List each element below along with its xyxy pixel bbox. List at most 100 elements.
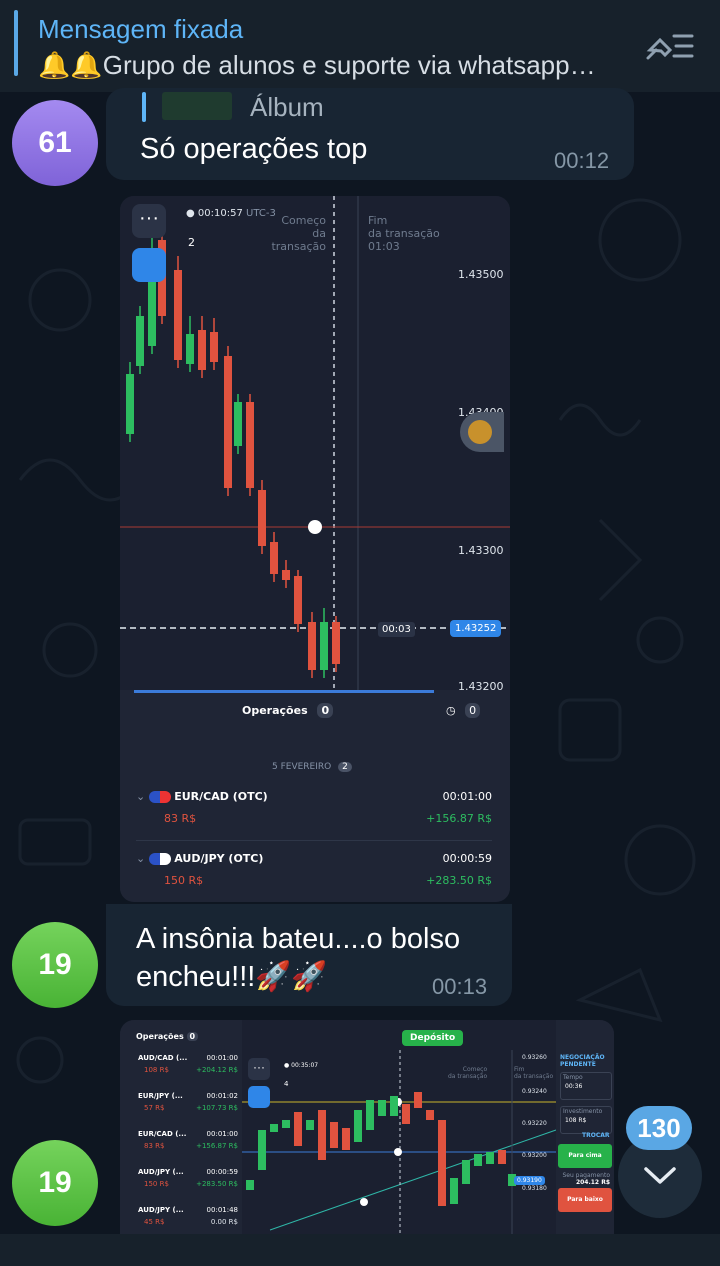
reply-label: Álbum (250, 92, 324, 122)
candle (402, 1104, 410, 1124)
candle (126, 374, 134, 434)
trade-profit: +156.87 R$ (196, 1142, 238, 1150)
candle (258, 490, 266, 546)
unpin-icon[interactable] (644, 28, 696, 64)
trade-profit: +204.12 R$ (196, 1066, 238, 1074)
chevron-down-icon: ⌄ (136, 790, 146, 803)
down-button[interactable]: Para baixo (558, 1188, 612, 1212)
trade-dur: 00:01:00 (206, 1130, 238, 1138)
clock: ● 00:35:07 (284, 1062, 319, 1069)
trade-pair: AUD/JPY (... (138, 1206, 184, 1214)
price-label: 1.43500 (458, 268, 504, 281)
trade-amt: 150 R$ (144, 1180, 169, 1188)
trade-dur: 00:00:59 (206, 1168, 238, 1176)
candle (186, 334, 194, 364)
candle (294, 1112, 302, 1146)
deposit-button[interactable]: Depósito (402, 1030, 464, 1046)
drag-handle[interactable] (460, 412, 504, 452)
trade-counter: 2 (188, 236, 195, 249)
portfolio-button[interactable] (132, 248, 166, 282)
candle (198, 330, 206, 370)
reply-preview[interactable]: Álbum (142, 92, 442, 122)
candle (498, 1150, 506, 1164)
candle (246, 1180, 254, 1190)
candle (354, 1110, 362, 1142)
trading-screenshot-2[interactable]: Operações 0 AUD/CAD (... 00:01:00 108 R$ +2… (120, 1020, 614, 1234)
avatar[interactable]: 19 (12, 922, 98, 1008)
candle (224, 356, 232, 488)
open-price-dot (308, 520, 322, 534)
current-price-tag: 1.43252 (450, 620, 502, 637)
candle (308, 622, 316, 670)
trade-amt: 108 R$ (144, 1066, 169, 1074)
candle (486, 1152, 494, 1164)
up-button[interactable]: Para cima (558, 1144, 612, 1168)
trade-panel: NEGOCIAÇÃO PENDENTE Tempo 00:36 Investime… (556, 1020, 614, 1234)
trade-row[interactable]: EUR/CAD (... 00:01:00 83 R$ +156.87 R$ (126, 1130, 238, 1160)
history-tab[interactable]: ◷ 0 (446, 703, 481, 718)
candle (270, 1124, 278, 1132)
album-thumbnail (162, 92, 232, 120)
investment-field[interactable]: Investimento 108 R$ (560, 1106, 612, 1134)
trade-row[interactable]: AUD/CAD (... 00:01:00 108 R$ +204.12 R$ (126, 1054, 238, 1084)
menu-button[interactable]: ··· (248, 1058, 270, 1080)
trade-row[interactable]: AUD/JPY (... 00:00:59 150 R$ +283.50 R$ (126, 1168, 238, 1198)
operations-sidebar: Operações 0 AUD/CAD (... 00:01:00 108 R$ +2… (120, 1020, 242, 1234)
countdown: 00:03 (378, 622, 415, 637)
clock-icon: ◷ (446, 704, 456, 717)
avatar[interactable]: 61 (12, 100, 98, 186)
message-time: 00:13 (432, 974, 488, 999)
switch-link[interactable]: TROCAR (582, 1132, 609, 1139)
chevron-down-icon (644, 1167, 676, 1184)
candle (246, 402, 254, 488)
start-label: Começo da transação (271, 214, 326, 253)
candle (234, 402, 242, 446)
trade-row[interactable]: ⌄ AUD/JPY (OTC) 00:00:59 150 R$ +283.50 … (136, 852, 492, 900)
price-label: 0.93260 (522, 1054, 547, 1061)
trade-row[interactable]: EUR/JPY (... 00:01:02 57 R$ +107.73 R$ (126, 1092, 238, 1122)
candle (342, 1128, 350, 1150)
start-label: Começo da transação (448, 1066, 488, 1080)
flag-icon (148, 791, 171, 803)
operations-tab[interactable]: Operações 0 (136, 1032, 199, 1041)
flag-icon (148, 853, 171, 865)
trade-profit: +107.73 R$ (196, 1104, 238, 1112)
price-label: 0.93180 (522, 1185, 547, 1192)
candle (378, 1100, 386, 1116)
candle (294, 576, 302, 624)
trade-counter: 4 (284, 1080, 289, 1088)
candle (270, 542, 278, 574)
unread-count-badge: 130 (626, 1106, 692, 1150)
trading-screenshot-1[interactable]: ··· ● 00:10:57 UTC-3 2 Começo da transaçã… (120, 196, 510, 902)
trade-profit: 0.00 R$ (210, 1218, 238, 1226)
payout-label: Seu pagamento 204.12 R$ (562, 1172, 610, 1186)
candle (330, 1122, 338, 1148)
candle (462, 1160, 470, 1184)
trade-row[interactable]: ⌄ EUR/CAD (OTC) 00:01:00 83 R$ +156.87 R… (136, 790, 492, 838)
message-bubble[interactable]: A insônia bateu....o bolso encheu!!!🚀🚀 0… (106, 904, 512, 1006)
candle (474, 1154, 482, 1166)
message-text: A insônia bateu....o bolso encheu!!!🚀🚀 (136, 923, 461, 993)
trade-row[interactable]: AUD/JPY (... 00:01:48 45 R$ 0.00 R$ (126, 1206, 238, 1234)
bottom-bar (0, 1234, 720, 1266)
candle (258, 1130, 266, 1170)
pinned-indicator (14, 10, 18, 76)
avatar[interactable]: 19 (12, 1140, 98, 1226)
portfolio-button[interactable] (248, 1086, 270, 1108)
trade-pair: AUD/JPY (... (138, 1168, 184, 1176)
trade-pair: AUD/CAD (... (138, 1054, 188, 1062)
time-field[interactable]: Tempo 00:36 (560, 1072, 612, 1100)
candle (426, 1110, 434, 1120)
trade-amt: 57 R$ (144, 1104, 165, 1112)
operations-tab[interactable]: Operações 0 (242, 703, 334, 718)
chevron-down-icon: ⌄ (136, 852, 146, 865)
candle (174, 270, 182, 360)
pending-trade-link[interactable]: NEGOCIAÇÃO PENDENTE (560, 1054, 605, 1068)
message-bubble[interactable]: Álbum Só operações top 00:12 (106, 88, 634, 180)
price-label: 0.93200 (522, 1152, 547, 1159)
candle (414, 1092, 422, 1108)
trade-amt: 45 R$ (144, 1218, 165, 1226)
candle (450, 1178, 458, 1204)
menu-button[interactable]: ··· (132, 204, 166, 238)
pinned-message-bar[interactable]: Mensagem fixada 🔔🔔Grupo de alunos e supo… (0, 0, 720, 92)
